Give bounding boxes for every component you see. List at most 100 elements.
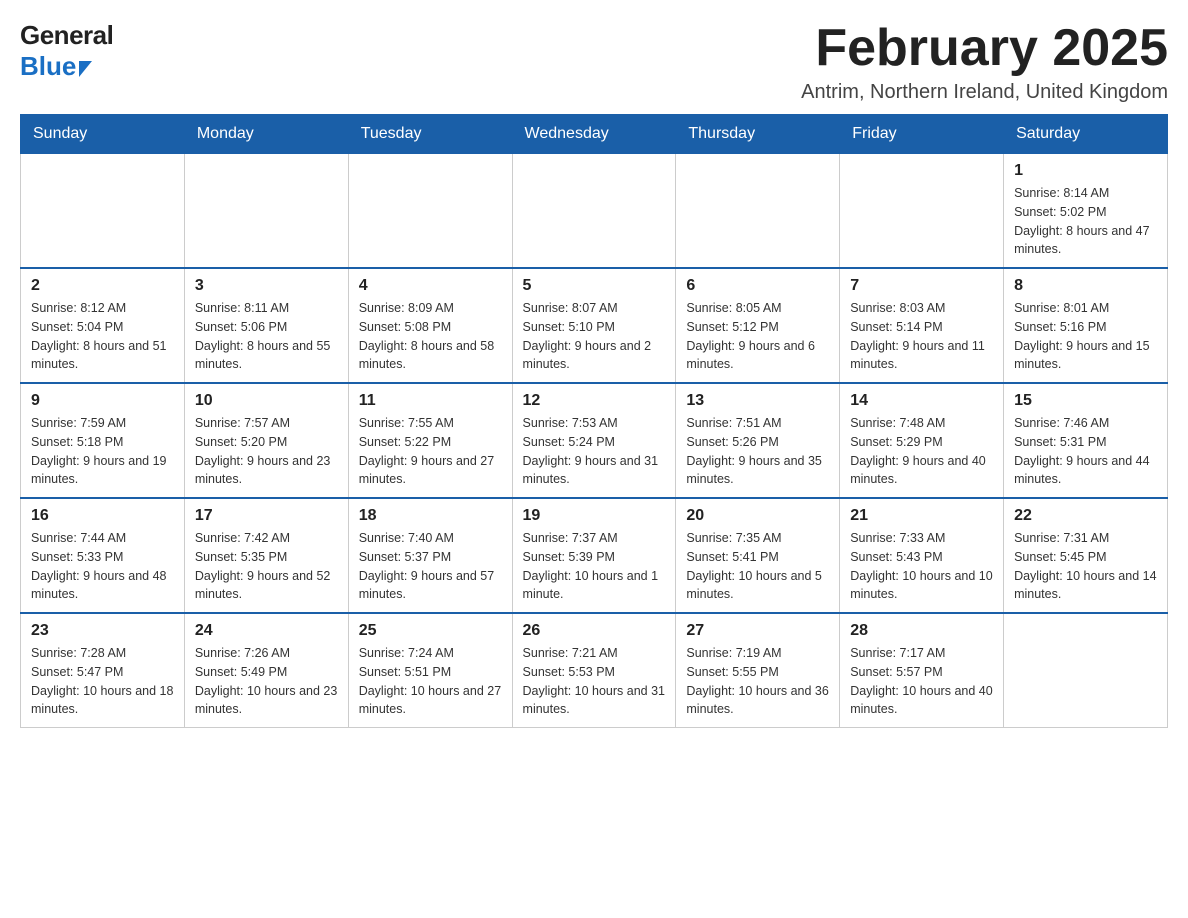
day-info: Sunrise: 8:12 AMSunset: 5:04 PMDaylight:… — [31, 299, 174, 374]
calendar-day-cell: 3Sunrise: 8:11 AMSunset: 5:06 PMDaylight… — [184, 268, 348, 383]
calendar-day-cell: 5 Sunrise: 8:07 AMSunset: 5:10 PMDaylight… — [512, 268, 676, 383]
calendar-day-cell — [21, 154, 185, 269]
calendar-day-cell: 6Sunrise: 8:05 AMSunset: 5:12 PMDaylight… — [676, 268, 840, 383]
day-number: 24 — [195, 622, 338, 640]
header-monday: Monday — [184, 115, 348, 154]
day-number: 27 — [686, 622, 829, 640]
calendar-day-cell: 23Sunrise: 7:28 AMSunset: 5:47 PMDayligh… — [21, 613, 185, 728]
day-number: 14 — [850, 392, 993, 410]
weekday-header-row: Sunday Monday Tuesday Wednesday Thursday… — [21, 115, 1168, 154]
day-number: 21 — [850, 507, 993, 525]
day-number: 13 — [686, 392, 829, 410]
calendar-day-cell: 13 Sunrise: 7:51 AMSunset: 5:26 PMDayligh… — [676, 383, 840, 498]
calendar-day-cell: 16 Sunrise: 7:44 AMSunset: 5:33 PMDayligh… — [21, 498, 185, 613]
calendar-day-cell: 8 Sunrise: 8:01 AMSunset: 5:16 PMDaylight… — [1004, 268, 1168, 383]
day-number: 25 — [359, 622, 502, 640]
day-info: Sunrise: 7:55 AMSunset: 5:22 PMDaylight:… — [359, 414, 502, 489]
calendar-day-cell — [348, 154, 512, 269]
day-info: Sunrise: 7:48 AMSunset: 5:29 PMDaylight:… — [850, 414, 993, 489]
calendar-day-cell — [184, 154, 348, 269]
day-number: 22 — [1014, 507, 1157, 525]
day-number: 8 — [1014, 277, 1157, 295]
logo-triangle-icon — [79, 61, 92, 77]
day-info: Sunrise: 7:40 AMSunset: 5:37 PMDaylight:… — [359, 529, 502, 604]
calendar-day-cell: 26 Sunrise: 7:21 AMSunset: 5:53 PMDayligh… — [512, 613, 676, 728]
calendar-day-cell — [840, 154, 1004, 269]
day-info: Sunrise: 7:42 AMSunset: 5:35 PMDaylight:… — [195, 529, 338, 604]
calendar-day-cell: 24 Sunrise: 7:26 AMSunset: 5:49 PMDayligh… — [184, 613, 348, 728]
calendar-week-row: 16 Sunrise: 7:44 AMSunset: 5:33 PMDayligh… — [21, 498, 1168, 613]
day-number: 7 — [850, 277, 993, 295]
logo: General Blue — [20, 20, 113, 82]
day-number: 15 — [1014, 392, 1157, 410]
header-wednesday: Wednesday — [512, 115, 676, 154]
day-info: Sunrise: 8:09 AMSunset: 5:08 PMDaylight:… — [359, 299, 502, 374]
day-info: Sunrise: 7:37 AMSunset: 5:39 PMDaylight:… — [523, 529, 666, 604]
calendar-day-cell: 17 Sunrise: 7:42 AMSunset: 5:35 PMDayligh… — [184, 498, 348, 613]
day-info: Sunrise: 7:19 AMSunset: 5:55 PMDaylight:… — [686, 644, 829, 719]
calendar-day-cell: 7 Sunrise: 8:03 AMSunset: 5:14 PMDaylight… — [840, 268, 1004, 383]
calendar-day-cell: 2Sunrise: 8:12 AMSunset: 5:04 PMDaylight… — [21, 268, 185, 383]
day-info: Sunrise: 7:44 AMSunset: 5:33 PMDaylight:… — [31, 529, 174, 604]
day-info: Sunrise: 7:35 AMSunset: 5:41 PMDaylight:… — [686, 529, 829, 604]
day-number: 1 — [1014, 162, 1157, 180]
header-tuesday: Tuesday — [348, 115, 512, 154]
day-info: Sunrise: 7:26 AMSunset: 5:49 PMDaylight:… — [195, 644, 338, 719]
day-number: 10 — [195, 392, 338, 410]
day-number: 26 — [523, 622, 666, 640]
day-info: Sunrise: 7:59 AMSunset: 5:18 PMDaylight:… — [31, 414, 174, 489]
day-info: Sunrise: 7:28 AMSunset: 5:47 PMDaylight:… — [31, 644, 174, 719]
title-block: February 2025 Antrim, Northern Ireland, … — [801, 20, 1168, 104]
day-info: Sunrise: 7:53 AMSunset: 5:24 PMDaylight:… — [523, 414, 666, 489]
day-number: 19 — [523, 507, 666, 525]
day-info: Sunrise: 8:01 AMSunset: 5:16 PMDaylight:… — [1014, 299, 1157, 374]
day-info: Sunrise: 7:17 AMSunset: 5:57 PMDaylight:… — [850, 644, 993, 719]
day-number: 17 — [195, 507, 338, 525]
calendar-week-row: 9 Sunrise: 7:59 AMSunset: 5:18 PMDaylight… — [21, 383, 1168, 498]
calendar-day-cell: 12 Sunrise: 7:53 AMSunset: 5:24 PMDayligh… — [512, 383, 676, 498]
calendar-day-cell — [1004, 613, 1168, 728]
day-info: Sunrise: 7:21 AMSunset: 5:53 PMDaylight:… — [523, 644, 666, 719]
day-number: 16 — [31, 507, 174, 525]
day-info: Sunrise: 7:31 AMSunset: 5:45 PMDaylight:… — [1014, 529, 1157, 604]
header-saturday: Saturday — [1004, 115, 1168, 154]
day-number: 11 — [359, 392, 502, 410]
month-title: February 2025 — [801, 20, 1168, 77]
calendar-day-cell: 22 Sunrise: 7:31 AMSunset: 5:45 PMDayligh… — [1004, 498, 1168, 613]
calendar-week-row: 1 Sunrise: 8:14 AMSunset: 5:02 PMDaylight… — [21, 154, 1168, 269]
calendar-day-cell — [676, 154, 840, 269]
day-info: Sunrise: 8:05 AMSunset: 5:12 PMDaylight:… — [686, 299, 829, 374]
calendar-day-cell: 21 Sunrise: 7:33 AMSunset: 5:43 PMDayligh… — [840, 498, 1004, 613]
calendar-week-row: 23Sunrise: 7:28 AMSunset: 5:47 PMDayligh… — [21, 613, 1168, 728]
day-info: Sunrise: 7:24 AMSunset: 5:51 PMDaylight:… — [359, 644, 502, 719]
day-info: Sunrise: 7:33 AMSunset: 5:43 PMDaylight:… — [850, 529, 993, 604]
calendar-day-cell: 28Sunrise: 7:17 AMSunset: 5:57 PMDayligh… — [840, 613, 1004, 728]
calendar-day-cell: 15Sunrise: 7:46 AMSunset: 5:31 PMDayligh… — [1004, 383, 1168, 498]
calendar-day-cell: 1 Sunrise: 8:14 AMSunset: 5:02 PMDaylight… — [1004, 154, 1168, 269]
day-info: Sunrise: 7:51 AMSunset: 5:26 PMDaylight:… — [686, 414, 829, 489]
header-thursday: Thursday — [676, 115, 840, 154]
day-number: 12 — [523, 392, 666, 410]
calendar-day-cell: 19 Sunrise: 7:37 AMSunset: 5:39 PMDayligh… — [512, 498, 676, 613]
calendar-day-cell: 11 Sunrise: 7:55 AMSunset: 5:22 PMDayligh… — [348, 383, 512, 498]
logo-general-text: General — [20, 20, 113, 51]
calendar-day-cell: 4 Sunrise: 8:09 AMSunset: 5:08 PMDaylight… — [348, 268, 512, 383]
header-friday: Friday — [840, 115, 1004, 154]
location-text: Antrim, Northern Ireland, United Kingdom — [801, 81, 1168, 104]
calendar-day-cell: 9 Sunrise: 7:59 AMSunset: 5:18 PMDaylight… — [21, 383, 185, 498]
day-number: 5 — [523, 277, 666, 295]
day-number: 4 — [359, 277, 502, 295]
calendar-day-cell: 25 Sunrise: 7:24 AMSunset: 5:51 PMDayligh… — [348, 613, 512, 728]
day-info: Sunrise: 8:03 AMSunset: 5:14 PMDaylight:… — [850, 299, 993, 374]
page-header: General Blue February 2025 Antrim, North… — [20, 20, 1168, 104]
calendar-table: Sunday Monday Tuesday Wednesday Thursday… — [20, 114, 1168, 728]
calendar-day-cell: 10 Sunrise: 7:57 AMSunset: 5:20 PMDayligh… — [184, 383, 348, 498]
calendar-day-cell: 27 Sunrise: 7:19 AMSunset: 5:55 PMDayligh… — [676, 613, 840, 728]
day-number: 9 — [31, 392, 174, 410]
day-info: Sunrise: 8:07 AMSunset: 5:10 PMDaylight:… — [523, 299, 666, 374]
day-number: 20 — [686, 507, 829, 525]
day-info: Sunrise: 8:14 AMSunset: 5:02 PMDaylight:… — [1014, 184, 1157, 259]
day-info: Sunrise: 8:11 AMSunset: 5:06 PMDaylight:… — [195, 299, 338, 374]
calendar-day-cell: 14 Sunrise: 7:48 AMSunset: 5:29 PMDayligh… — [840, 383, 1004, 498]
day-info: Sunrise: 7:57 AMSunset: 5:20 PMDaylight:… — [195, 414, 338, 489]
